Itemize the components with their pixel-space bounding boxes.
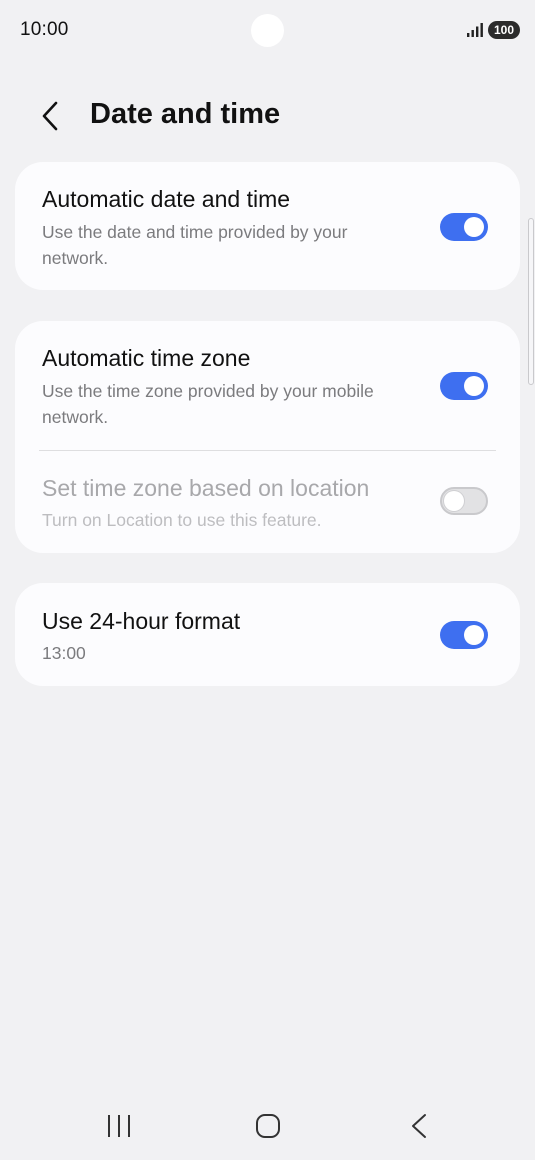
use-24-hour-row[interactable]: Use 24-hour format 13:00 [15, 583, 520, 686]
automatic-time-zone-subtitle: Use the time zone provided by your mobil… [42, 381, 374, 427]
nav-back-button[interactable] [399, 1110, 439, 1142]
toggle-knob [444, 491, 464, 511]
automatic-date-time-title: Automatic date and time [42, 186, 291, 212]
card-24-hour-format: Use 24-hour format 13:00 [15, 583, 520, 686]
signal-icon [467, 23, 483, 37]
automatic-time-zone-toggle[interactable] [440, 372, 488, 400]
camera-cutout [251, 14, 284, 47]
location-time-zone-row[interactable]: Set time zone based on location Turn on … [15, 451, 520, 553]
recent-apps-icon [108, 1115, 130, 1137]
back-icon [412, 1114, 426, 1138]
card-automatic-date-time: Automatic date and time Use the date and… [15, 162, 520, 290]
battery-badge: 100 [488, 21, 520, 39]
home-button[interactable] [248, 1110, 288, 1142]
status-bar: 10:00 100 [0, 0, 535, 60]
toggle-knob [464, 625, 484, 645]
header: Date and time [0, 88, 535, 144]
home-icon [256, 1114, 280, 1138]
use-24-hour-toggle[interactable] [440, 621, 488, 649]
automatic-time-zone-title: Automatic time zone [42, 345, 251, 371]
scroll-indicator[interactable] [528, 218, 534, 385]
navigation-bar [0, 1100, 535, 1152]
location-time-zone-title: Set time zone based on location [42, 475, 370, 501]
automatic-date-time-row[interactable]: Automatic date and time Use the date and… [15, 162, 520, 290]
use-24-hour-subtitle: 13:00 [42, 643, 86, 663]
use-24-hour-title: Use 24-hour format [42, 608, 241, 634]
automatic-date-time-toggle[interactable] [440, 213, 488, 241]
screen: 10:00 100 Date and time Automatic date a… [0, 0, 535, 1160]
back-chevron-icon [42, 101, 58, 131]
card-time-zone: Automatic time zone Use the time zone pr… [15, 321, 520, 553]
automatic-time-zone-row[interactable]: Automatic time zone Use the time zone pr… [15, 321, 520, 449]
recent-apps-button[interactable] [99, 1110, 139, 1142]
location-time-zone-subtitle: Turn on Location to use this feature. [42, 510, 322, 530]
toggle-knob [464, 376, 484, 396]
toggle-knob [464, 217, 484, 237]
page-title: Date and time [90, 98, 281, 130]
back-button[interactable] [34, 96, 70, 136]
status-time: 10:00 [20, 19, 69, 40]
automatic-date-time-subtitle: Use the date and time provided by your n… [42, 222, 348, 268]
location-time-zone-toggle[interactable] [440, 487, 488, 515]
